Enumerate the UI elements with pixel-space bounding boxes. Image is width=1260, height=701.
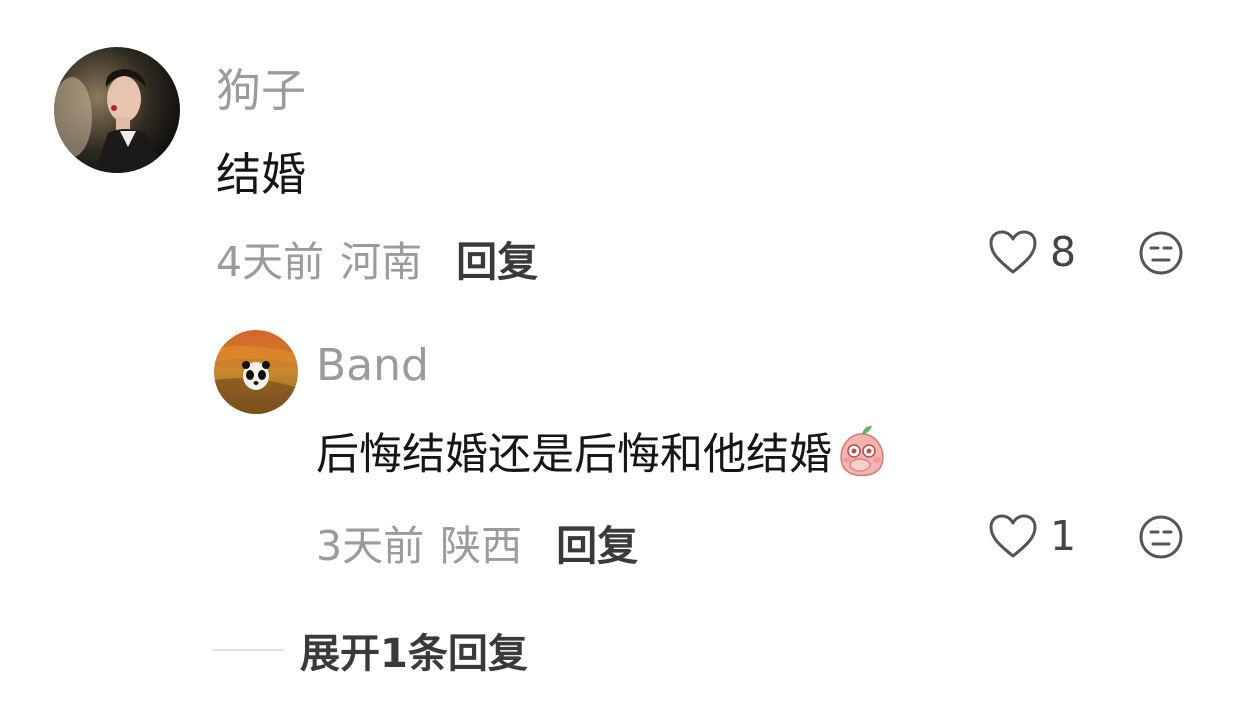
comment-username[interactable]: 狗子 xyxy=(216,54,306,119)
reply-meta: 3天前 陕西 回复 xyxy=(316,512,638,572)
heart-outline-icon xyxy=(989,514,1037,558)
reply-time: 3天前 xyxy=(316,522,425,570)
reply-button[interactable]: 回复 xyxy=(456,228,538,288)
like-count: 8 xyxy=(1050,228,1077,276)
unamused-face-icon xyxy=(1139,231,1183,275)
dislike-button[interactable] xyxy=(1138,514,1184,564)
expand-replies-button[interactable]: 展开1条回复 xyxy=(212,621,528,679)
avatar[interactable] xyxy=(54,47,180,173)
peach-blush-emoji xyxy=(840,426,884,477)
comment-thread: 狗子 结婚 4天前 河南 回复 8 Band 后悔结婚还是后悔和他结婚 3天前 … xyxy=(0,0,1260,701)
avatar[interactable] xyxy=(214,330,298,414)
reply-username[interactable]: Band xyxy=(316,340,429,391)
reply-location: 陕西 xyxy=(440,522,523,570)
like-count: 1 xyxy=(1050,512,1077,560)
reply-text: 后悔结婚还是后悔和他结婚 xyxy=(316,420,888,482)
comment-time: 4天前 xyxy=(216,238,325,286)
like-button[interactable]: 1 xyxy=(988,512,1076,560)
heart-outline-icon xyxy=(989,230,1037,274)
divider-line xyxy=(212,649,284,651)
comment-location: 河南 xyxy=(340,238,423,286)
comment-meta: 4天前 河南 回复 xyxy=(216,228,538,288)
expand-replies-label: 展开1条回复 xyxy=(300,631,528,677)
unamused-face-icon xyxy=(1139,515,1183,559)
dislike-button[interactable] xyxy=(1138,230,1184,280)
like-button[interactable]: 8 xyxy=(988,228,1076,276)
comment-text: 结婚 xyxy=(216,138,306,203)
reply-button[interactable]: 回复 xyxy=(556,512,638,572)
comment-text-body: 结婚 xyxy=(216,148,307,201)
reply-text-body: 后悔结婚还是后悔和他结婚 xyxy=(316,430,832,480)
